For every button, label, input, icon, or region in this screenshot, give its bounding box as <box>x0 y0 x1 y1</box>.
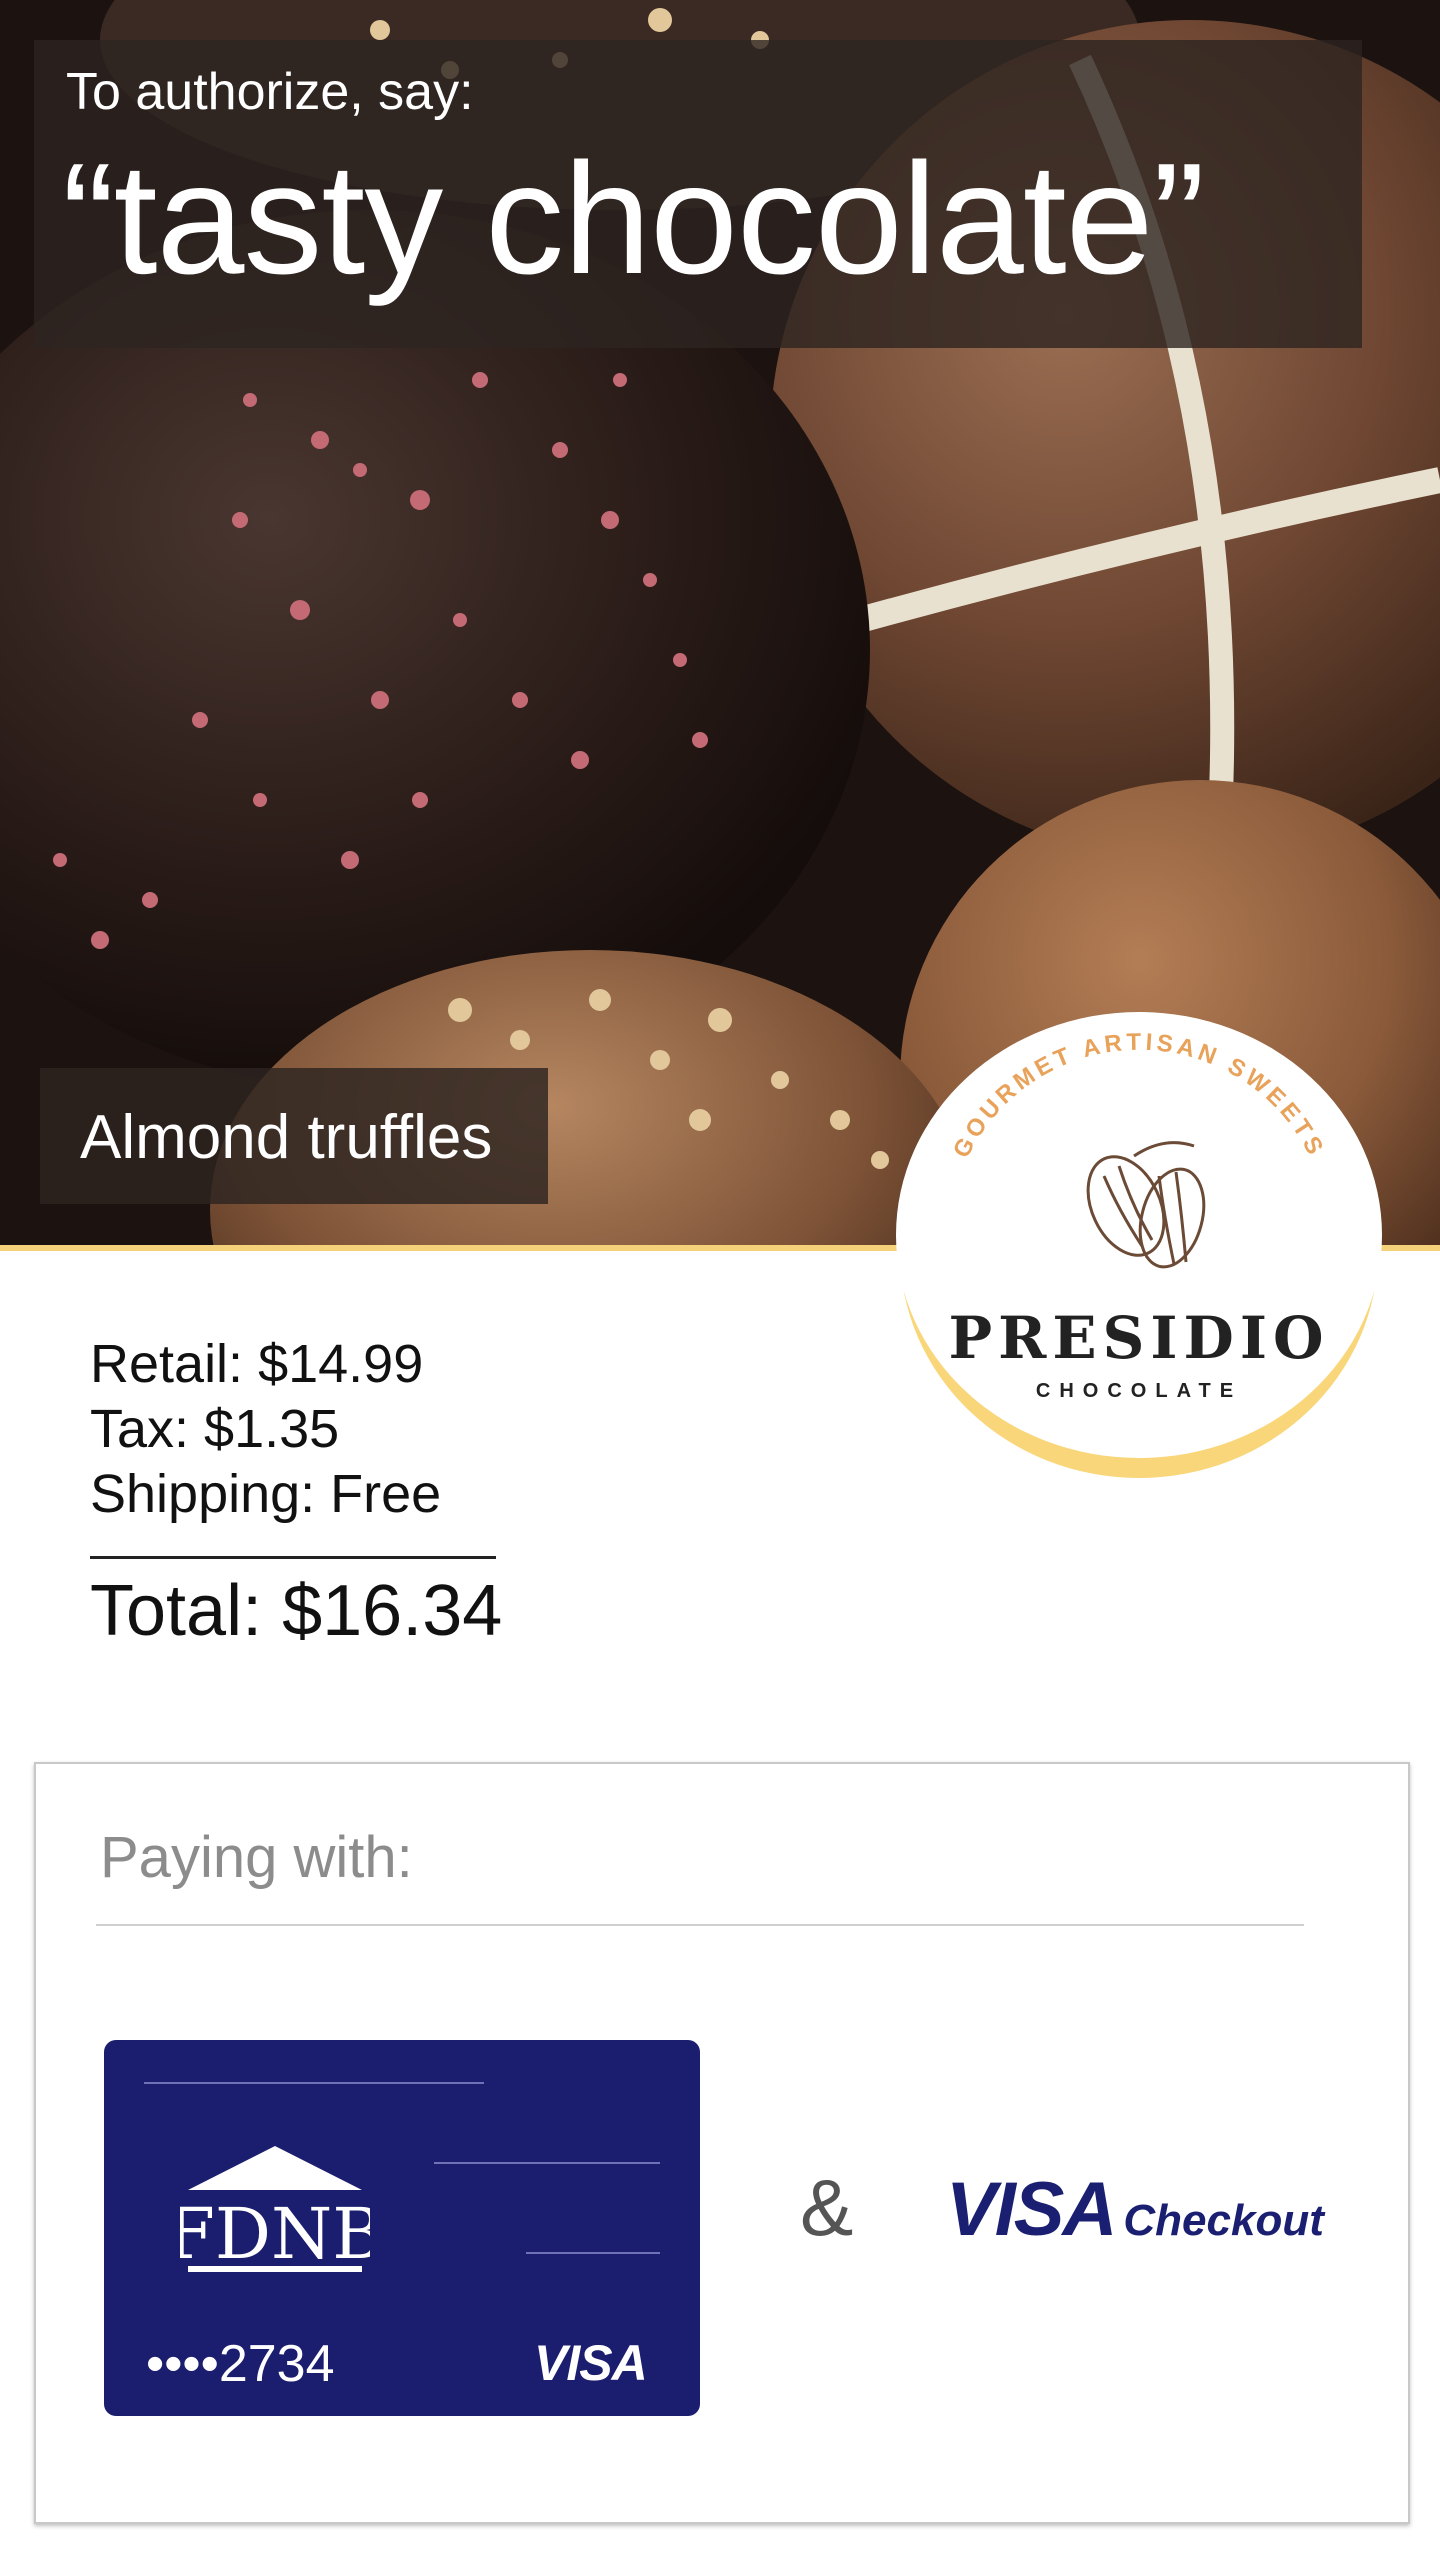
card-number: ••••2734 <box>146 2335 335 2393</box>
total-divider <box>90 1556 496 1559</box>
payment-card[interactable]: FDNB ••••2734 VISA <box>104 2040 700 2416</box>
brand-logo: GOURMET ARTISAN SWEETS PRESIDIO CHOCOLAT… <box>896 1012 1382 1482</box>
visa-checkout-text: Checkout <box>1123 2196 1324 2245</box>
cacao-pod-icon <box>1086 1141 1206 1269</box>
card-decor-line <box>526 2252 660 2254</box>
retail-price: Retail: $14.99 <box>90 1334 424 1394</box>
authorization-prompt: To authorize, say: “tasty chocolate” <box>34 40 1362 348</box>
ampersand: & <box>800 2163 854 2252</box>
auth-phrase: “tasty chocolate” <box>62 131 1205 307</box>
card-decor-line <box>434 2162 660 2164</box>
tax-amount: Tax: $1.35 <box>90 1399 340 1459</box>
shipping-cost: Shipping: Free <box>90 1464 442 1524</box>
card-decor-line <box>144 2082 484 2084</box>
visa-checkout-visa: VISA <box>946 2167 1117 2252</box>
payment-panel: Paying with: FDNB ••••2734 VISA & VISA Ch… <box>34 1762 1410 2524</box>
paying-with-label: Paying with: <box>100 1825 413 1890</box>
product-label: Almond truffles <box>40 1068 548 1204</box>
auth-instruction: To authorize, say: <box>66 63 474 121</box>
svg-text:FDNB: FDNB <box>180 2193 370 2275</box>
card-network-logo: VISA <box>534 2335 648 2391</box>
visa-checkout-logo: VISA Checkout <box>946 2166 1324 2253</box>
bank-logo-icon: FDNB <box>180 2146 370 2275</box>
brand-subtitle: CHOCOLATE <box>1035 1380 1243 1402</box>
price-breakdown: Retail: $14.99 Tax: $1.35 Shipping: Free <box>90 1332 441 1527</box>
brand-name: PRESIDIO <box>948 1304 1330 1372</box>
total-price: Total: $16.34 <box>90 1571 503 1651</box>
payment-divider <box>96 1924 1304 1926</box>
product-name: Almond truffles <box>80 1103 493 1172</box>
